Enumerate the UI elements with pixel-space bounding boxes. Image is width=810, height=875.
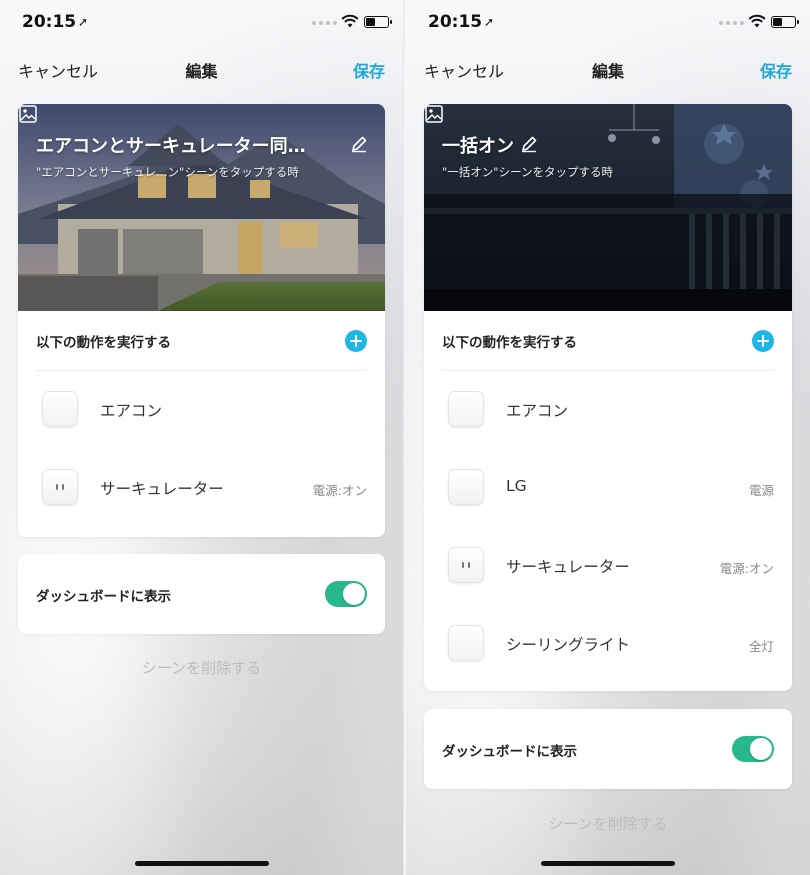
- edit-pencil-icon[interactable]: [350, 135, 368, 153]
- actions-section-header: 以下の動作を実行する: [442, 311, 774, 371]
- delete-scene-button[interactable]: シーンを削除する: [406, 813, 810, 834]
- actions-section-header: 以下の動作を実行する: [36, 311, 367, 371]
- nav-bar: キャンセル 編集 保存: [406, 58, 810, 86]
- dashboard-toggle[interactable]: [732, 736, 774, 762]
- scene-trigger-text: "エアコンとサーキュレ…ン"シーンをタップする時: [36, 165, 299, 179]
- status-time: 20:15: [428, 12, 483, 32]
- signal-dots-icon: [312, 21, 337, 25]
- scene-trigger-text: "一括オン"シーンをタップする時: [442, 165, 614, 179]
- cancel-button[interactable]: キャンセル: [18, 58, 98, 82]
- device-name: LG: [506, 477, 527, 495]
- remote-icon: [448, 469, 484, 505]
- battery-icon: [771, 16, 799, 28]
- remote-icon: [448, 625, 484, 661]
- change-image-icon[interactable]: [18, 104, 38, 124]
- change-image-icon[interactable]: [424, 104, 444, 124]
- delete-scene-button[interactable]: シーンを削除する: [0, 657, 403, 678]
- save-button[interactable]: 保存: [353, 58, 385, 82]
- wifi-icon: [748, 14, 766, 28]
- right-screen: 20:15 ➚ キャンセル 編集 保存 一括オン "一括オン"シーンをタップする…: [406, 0, 810, 875]
- device-state: 電源: [748, 483, 774, 498]
- device-state: 電源:オン: [719, 561, 774, 576]
- location-arrow-icon: ➚: [78, 15, 89, 29]
- device-name: シーリングライト: [506, 636, 631, 654]
- add-action-icon[interactable]: [752, 330, 774, 352]
- device-name: エアコン: [100, 402, 163, 420]
- signal-dots-icon: [719, 21, 744, 25]
- action-row[interactable]: サーキュレーター 電源:オン: [424, 527, 792, 605]
- actions-section-label: 以下の動作を実行する: [36, 335, 171, 351]
- scene-card: 一括オン "一括オン"シーンをタップする時 以下の動作を実行する エアコン LG…: [424, 104, 792, 691]
- dashboard-card: ダッシュボードに表示: [424, 709, 792, 789]
- device-name: サーキュレーター: [506, 558, 630, 576]
- scene-card: エアコンとサーキュレーター同… "エアコンとサーキュレ…ン"シーンをタップする時…: [18, 104, 385, 537]
- battery-icon: [364, 16, 392, 28]
- scene-cover-image: エアコンとサーキュレーター同… "エアコンとサーキュレ…ン"シーンをタップする時: [18, 104, 385, 311]
- status-bar: 20:15 ➚: [406, 12, 810, 36]
- edit-pencil-icon[interactable]: [520, 135, 538, 153]
- cancel-button[interactable]: キャンセル: [424, 58, 504, 82]
- action-row[interactable]: エアコン: [18, 371, 385, 449]
- remote-icon: [448, 391, 484, 427]
- toggle-knob: [343, 583, 365, 605]
- remote-icon: [42, 391, 78, 427]
- scene-name: 一括オン: [442, 136, 514, 157]
- add-action-icon[interactable]: [345, 330, 367, 352]
- home-indicator[interactable]: [541, 861, 675, 866]
- dashboard-label: ダッシュボードに表示: [442, 744, 577, 760]
- dashboard-toggle[interactable]: [325, 581, 367, 607]
- actions-section-label: 以下の動作を実行する: [442, 335, 577, 351]
- device-name: サーキュレーター: [100, 480, 224, 498]
- device-state: 全灯: [748, 639, 774, 654]
- device-state: 電源:オン: [312, 483, 367, 498]
- device-name: エアコン: [506, 402, 569, 420]
- action-row[interactable]: LG 電源: [424, 449, 792, 527]
- status-bar: 20:15 ➚: [0, 12, 403, 36]
- scene-name: エアコンとサーキュレーター同…: [36, 136, 306, 157]
- action-row[interactable]: サーキュレーター 電源:オン: [18, 449, 385, 527]
- save-button[interactable]: 保存: [760, 58, 792, 82]
- wifi-icon: [341, 14, 359, 28]
- dashboard-label: ダッシュボードに表示: [36, 589, 171, 605]
- location-arrow-icon: ➚: [484, 15, 495, 29]
- action-row[interactable]: シーリングライト 全灯: [424, 605, 792, 683]
- action-row[interactable]: エアコン: [424, 371, 792, 449]
- dashboard-card: ダッシュボードに表示: [18, 554, 385, 634]
- plug-icon: [448, 547, 484, 583]
- status-time: 20:15: [22, 12, 77, 32]
- left-screen: 20:15 ➚ キャンセル 編集 保存 エアコンとサーキュレーター同… "エアコ…: [0, 0, 403, 875]
- home-indicator[interactable]: [134, 861, 269, 866]
- nav-bar: キャンセル 編集 保存: [0, 58, 403, 86]
- scene-cover-image: 一括オン "一括オン"シーンをタップする時: [424, 104, 792, 311]
- toggle-knob: [750, 738, 772, 760]
- plug-icon: [42, 469, 78, 505]
